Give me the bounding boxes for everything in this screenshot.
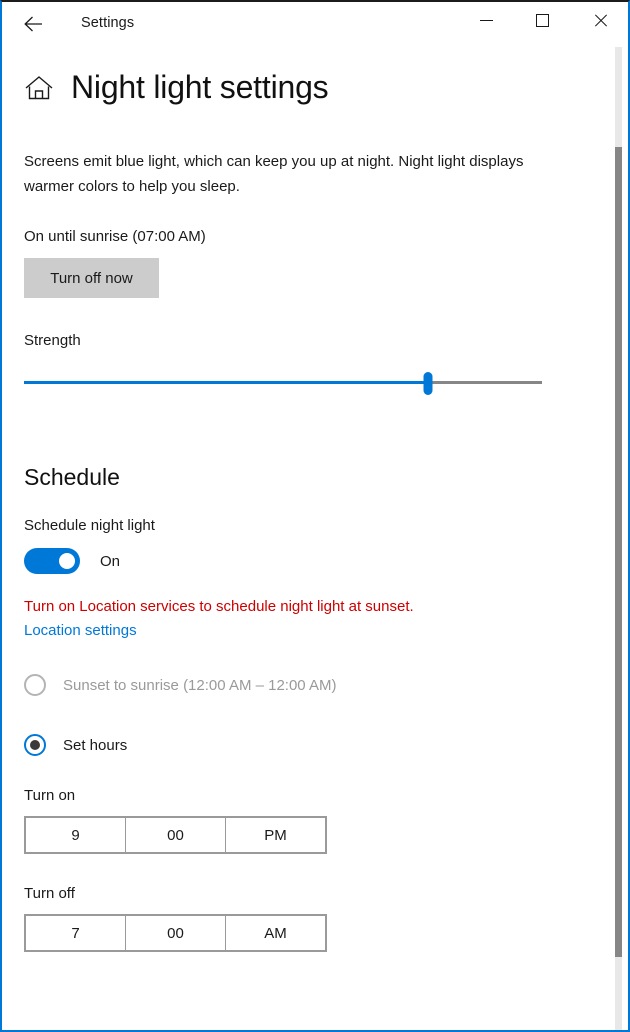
schedule-toggle-label: Schedule night light: [24, 517, 155, 535]
turn-off-minute[interactable]: 00: [126, 916, 226, 951]
minimize-button[interactable]: [463, 2, 509, 38]
settings-content: Screens emit blue light, which can keep …: [2, 149, 628, 953]
slider-track-active: [24, 381, 429, 385]
maximize-button[interactable]: [519, 2, 565, 38]
radio-label-set-hours: Set hours: [63, 736, 128, 754]
location-warning-text: Turn on Location services to schedule ni…: [24, 598, 414, 616]
scrollbar-thumb[interactable]: [615, 147, 622, 957]
toggle-knob: [59, 553, 75, 570]
page-title: Night light settings: [71, 69, 329, 105]
slider-thumb[interactable]: [423, 372, 433, 396]
app-title: Settings: [81, 15, 135, 31]
radio-label-sunset-to-sunrise: Sunset to sunrise (12:00 AM – 12:00 AM): [63, 676, 337, 694]
turn-on-label: Turn on: [24, 787, 76, 805]
close-button[interactable]: [577, 2, 623, 38]
radio-icon-sunset-to-sunrise: [24, 674, 46, 697]
turn-on-minute[interactable]: 00: [126, 818, 226, 853]
turn-off-label: Turn off: [24, 885, 75, 903]
toggle-state-label: On: [100, 552, 121, 570]
turn-off-hour[interactable]: 7: [26, 916, 126, 951]
back-arrow-icon: [24, 16, 42, 32]
maximize-icon: [535, 13, 549, 27]
location-settings-link[interactable]: Location settings: [24, 620, 137, 642]
turn-off-now-button[interactable]: Turn off now: [24, 258, 159, 299]
page-header: Night light settings: [24, 69, 628, 105]
night-light-status: On until sunrise (07:00 AM): [24, 228, 206, 246]
settings-window: Settings Night light settings Screens em…: [0, 0, 630, 1032]
turn-on-time-picker: 9 00 PM: [24, 816, 327, 855]
minimize-icon: [479, 19, 493, 21]
home-icon[interactable]: [24, 74, 54, 102]
turn-off-time-picker: 7 00 AM: [24, 914, 327, 953]
close-icon: [593, 13, 608, 28]
radio-option-sunset-to-sunrise[interactable]: Sunset to sunrise (12:00 AM – 12:00 AM): [24, 674, 598, 697]
radio-option-set-hours[interactable]: Set hours: [24, 734, 598, 757]
turn-off-meridiem[interactable]: AM: [226, 916, 325, 951]
strength-slider[interactable]: [24, 368, 542, 398]
title-bar: Settings: [2, 2, 628, 47]
schedule-night-light-toggle[interactable]: [24, 548, 80, 575]
back-button[interactable]: [12, 6, 56, 42]
schedule-heading: Schedule: [24, 464, 120, 491]
turn-on-meridiem[interactable]: PM: [226, 818, 325, 853]
night-light-description: Screens emit blue light, which can keep …: [24, 153, 524, 196]
turn-on-hour[interactable]: 9: [26, 818, 126, 853]
schedule-toggle-row: On: [24, 548, 598, 575]
radio-icon-set-hours: [24, 734, 46, 757]
strength-label: Strength: [24, 332, 81, 350]
